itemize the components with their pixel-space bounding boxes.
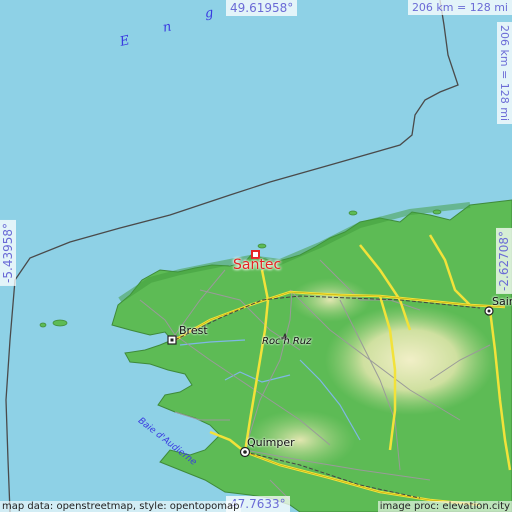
scale-vertical: 206 km = 128 mi bbox=[497, 22, 512, 125]
credit-image-proc: image proc: elevation.city bbox=[377, 501, 512, 512]
coord-top-latitude: 49.61958° bbox=[226, 0, 298, 16]
sea-label-letter: E bbox=[118, 33, 132, 50]
credit-map-data: map data: openstreetmap, style: opentopo… bbox=[0, 501, 242, 512]
place-label-santec: Santec bbox=[233, 257, 282, 273]
place-label-brest: Brest bbox=[179, 324, 208, 337]
place-label-quimper: Quimper bbox=[247, 436, 295, 449]
scale-horizontal: 206 km = 128 mi bbox=[407, 0, 512, 15]
map-view[interactable]: E n g Santec Brest Roc'h Ruz Quimper Sai… bbox=[0, 0, 512, 512]
city-marker-saint bbox=[484, 306, 494, 316]
place-label-saint: Sain bbox=[492, 295, 512, 308]
coord-left-longitude: -5.43958° bbox=[0, 220, 16, 286]
coord-right-longitude: -2.62708° bbox=[496, 228, 512, 294]
city-marker-brest bbox=[167, 335, 177, 345]
sea-label-letter: g bbox=[204, 5, 216, 22]
place-label-roch-ruz: Roc'h Ruz bbox=[262, 336, 312, 347]
